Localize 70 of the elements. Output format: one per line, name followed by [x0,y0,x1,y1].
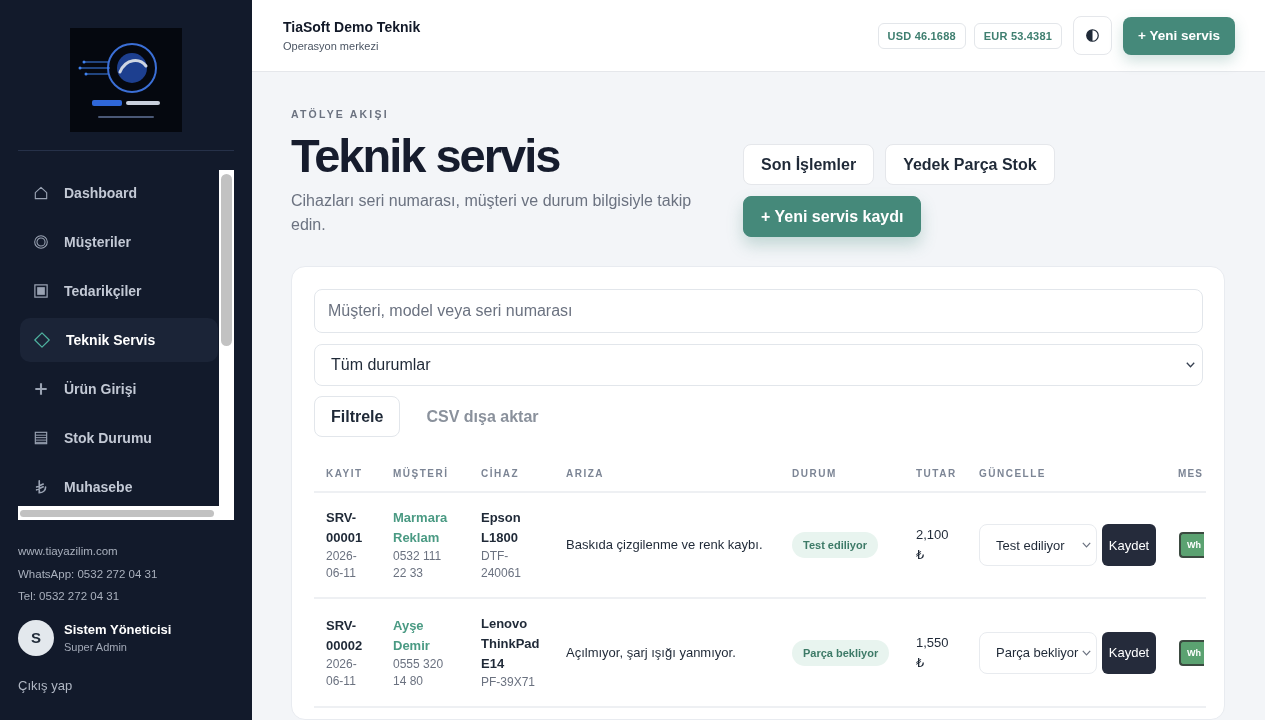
house-icon [34,186,48,200]
nav-item[interactable]: Müşteriler [20,220,218,264]
column-header: DURUM [780,456,904,492]
logout-link[interactable]: Çıkış yap [18,676,73,695]
record-date: 2026-06-11 [326,655,358,690]
contact-text: Tel: 0532 272 04 31 [18,589,120,604]
column-header: TUTAR [904,456,967,492]
chevron-down-icon [1082,649,1091,656]
status-select[interactable]: Parça bekliyor [979,631,1097,674]
column-header: CİHAZ [469,456,554,492]
list-icon [34,431,48,445]
app-title: TiaSoft Demo Teknik [283,18,421,36]
nav-item[interactable]: Teknik Servis [20,318,218,362]
lira-icon [34,480,48,494]
column-header: KAYIT [314,456,381,492]
column-header: MÜŞTERİ [381,456,469,492]
status-filter-select[interactable]: Tüm durumlar [314,344,1203,386]
search-field[interactable]: Müşteri, model veya seri numarası [314,289,1203,333]
contact-text: www.tiayazilim.com [18,544,118,559]
chevron-down-icon [1082,542,1091,548]
theme-toggle-button[interactable] [1073,16,1113,55]
amount-text: 2,100 ₺ [916,526,950,564]
page-description: Cihazları seri numarası, müşteri ve durum bilgisiyle takip edin. [291,191,693,235]
diamond-icon [34,332,50,348]
chevron-down-icon [1186,362,1195,368]
square-icon [34,284,48,298]
serial-number: DTF-240061 [481,548,523,582]
filter-button[interactable]: Filtrele [314,396,401,437]
amount-text: 1,550 ₺ [916,633,950,672]
status-badge: Parça bekliyor [792,639,890,666]
exchange-rate-badge: EUR 53.4381 [973,22,1063,49]
status-badge: Test ediliyor [792,532,878,558]
vertical-scrollbar[interactable] [219,170,234,506]
device-name: Epson L1800 [481,509,522,547]
nav-item[interactable]: Dashboard [20,171,218,215]
new-service-button[interactable]: + Yeni servis [1123,16,1235,55]
status-select[interactable]: Test ediliyor [979,524,1097,566]
user-avatar: S [18,619,54,656]
column-header: ARIZA [554,456,780,492]
column-header: MES [1168,456,1206,492]
record-id: SRV-00002 [326,616,364,655]
action-button[interactable]: Son İşlemler [743,144,875,185]
page-title: Teknik servis [291,130,561,182]
user-role: Super Admin [64,639,127,654]
horizontal-scrollbar[interactable] [18,506,234,520]
nav-item[interactable]: Muhasebe [20,465,218,506]
primary-action-button[interactable]: + Yeni servis kaydı [743,196,922,237]
contrast-icon [1086,29,1100,42]
serial-number: PF-39X71 [481,674,537,691]
concentric-circles-icon [34,235,48,249]
nav-item[interactable]: Stok Durumu [20,416,218,460]
nav-item[interactable]: Ürün Girişi [20,367,218,411]
device-name: Lenovo ThinkPad E14 [481,615,541,673]
customer-phone: 0532 111 22 33 [393,548,443,582]
plus-icon [34,382,48,396]
fault-description: Baskıda çizgilenme ve renk kaybı. [566,537,763,552]
record-date: 2026-06-11 [326,548,358,582]
action-button[interactable]: Yedek Parça Stok [885,144,1055,185]
record-id: SRV-00001 [326,509,364,547]
nav-item[interactable]: Tedarikçiler [20,269,218,313]
section-eyebrow: ATÖLYE AKIŞI [291,108,390,120]
user-name: Sistem Yöneticisi [64,621,172,638]
save-button[interactable]: Kaydet [1102,631,1156,674]
app-subtitle: Operasyon merkezi [283,39,379,53]
exchange-rate-badge: USD 46.1688 [877,22,966,49]
customer-phone: 0555 320 14 80 [393,655,445,690]
save-button[interactable]: Kaydet [1102,524,1156,566]
column-header: GÜNCELLE [967,456,1168,492]
fault-description: Açılmıyor, şarj ışığı yanmıyor. [566,644,736,660]
contact-text: WhatsApp: 0532 272 04 31 [18,566,158,582]
